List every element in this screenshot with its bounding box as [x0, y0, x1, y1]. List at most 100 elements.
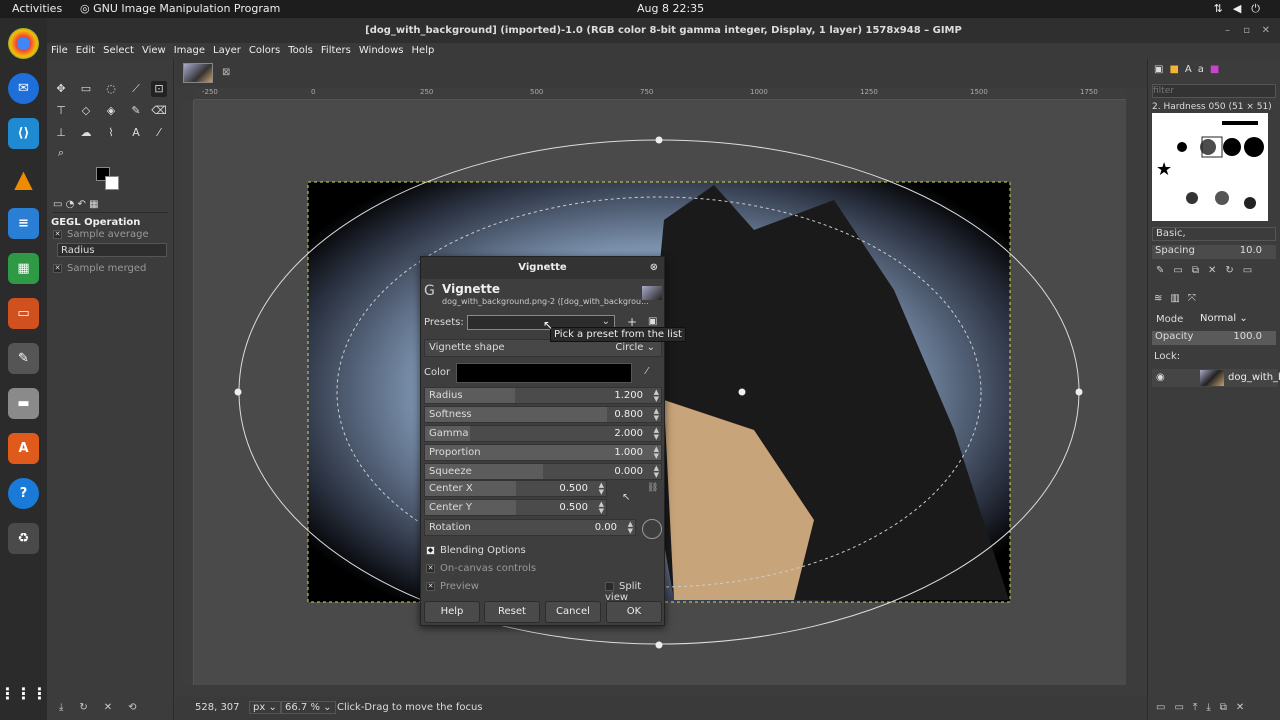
cancel-button[interactable]: Cancel: [545, 601, 601, 623]
center-x-spin[interactable]: ▲ ▼: [599, 482, 604, 496]
slider-spin[interactable]: ▲ ▼: [654, 446, 659, 460]
slider-spin[interactable]: ▲ ▼: [654, 465, 659, 479]
vignette-center-handle[interactable]: [738, 388, 746, 396]
fuzzy-select-icon[interactable]: ⟋: [128, 81, 144, 97]
menu-help[interactable]: Help: [408, 43, 439, 58]
menu-windows[interactable]: Windows: [355, 43, 408, 58]
help-icon[interactable]: ?: [8, 478, 39, 509]
thunderbird-icon[interactable]: ✉: [8, 73, 39, 104]
show-apps-icon[interactable]: ⋮⋮⋮: [0, 678, 48, 709]
background-color-swatch[interactable]: [105, 176, 119, 190]
opacity-slider[interactable]: Opacity 100.0: [1152, 331, 1276, 345]
crop-tool-icon[interactable]: ⊡: [151, 81, 167, 97]
system-tray[interactable]: ⇅◀⏻: [1214, 2, 1270, 16]
path-icon[interactable]: ⌇: [103, 125, 119, 141]
menu-filters[interactable]: Filters: [317, 43, 355, 58]
clock[interactable]: Aug 8 22:35: [637, 2, 704, 15]
vlc-icon[interactable]: ▲: [8, 163, 39, 194]
image-tab-close-icon[interactable]: ⊠: [222, 67, 230, 78]
center-y-spin[interactable]: ▲ ▼: [599, 501, 604, 515]
rotation-slider[interactable]: Rotation 0.00 ▲ ▼: [424, 519, 636, 536]
software-center-icon[interactable]: A: [8, 433, 39, 464]
minimize-icon[interactable]: –: [1225, 18, 1230, 43]
on-canvas-controls-checkbox[interactable]: ✕ On-canvas controls: [426, 563, 536, 574]
preset-menu-icon[interactable]: ▣: [648, 316, 657, 327]
vignette-handle-left[interactable]: [234, 388, 242, 396]
close-icon[interactable]: ✕: [1262, 18, 1270, 43]
vignette-handle-bottom[interactable]: [655, 641, 663, 649]
slider-spin[interactable]: ▲ ▼: [654, 427, 659, 441]
writer-icon[interactable]: ≡: [8, 208, 39, 239]
move-tool-icon[interactable]: ✥: [53, 81, 69, 97]
zoom-select[interactable]: 66.7 % ⌄: [281, 701, 336, 714]
image-tab-thumbnail[interactable]: [183, 63, 213, 83]
menu-image[interactable]: Image: [170, 43, 209, 58]
toolbox-tabs[interactable]: ▭ ◔ ↶ ▦: [53, 199, 168, 213]
transform-icon[interactable]: ⊤: [53, 103, 69, 119]
color-picker-icon[interactable]: ⁄: [151, 125, 167, 141]
app-menu[interactable]: ◎ GNU Image Manipulation Program: [80, 2, 280, 15]
split-view-checkbox[interactable]: Split view: [605, 581, 664, 603]
center-y-slider[interactable]: Center Y 0.500 ▲ ▼: [424, 499, 607, 516]
clone-icon[interactable]: ⊥: [53, 125, 69, 141]
sample-average-checkbox[interactable]: ✕ Sample average: [53, 229, 149, 240]
layer-actions[interactable]: ▭▭⤒⤓⧉✕: [1156, 702, 1253, 713]
gimp-icon[interactable]: ✎: [8, 343, 39, 374]
bucket-fill-icon[interactable]: ◈: [103, 103, 119, 119]
vignette-handle-top[interactable]: [655, 136, 663, 144]
rect-select-icon[interactable]: ▭: [78, 81, 94, 97]
radius-field[interactable]: Radius: [57, 243, 167, 257]
radius-slider[interactable]: Radius 1.200 ▲ ▼: [424, 387, 662, 404]
lasso-icon[interactable]: ◌: [103, 81, 119, 97]
slider-spin[interactable]: ▲ ▼: [654, 408, 659, 422]
visibility-eye-icon[interactable]: ◉: [1156, 372, 1165, 383]
blending-options-expander[interactable]: ◆ Blending Options: [426, 545, 526, 556]
slider-spin[interactable]: ▲ ▼: [654, 389, 659, 403]
spacing-slider[interactable]: Spacing 10.0: [1152, 245, 1276, 259]
maximize-icon[interactable]: ▫: [1243, 18, 1250, 43]
vignette-handle-right[interactable]: [1075, 388, 1083, 396]
brush-filter-input[interactable]: [1152, 84, 1276, 98]
zoom-icon[interactable]: ⌕: [53, 145, 69, 161]
menu-colors[interactable]: Colors: [245, 43, 284, 58]
sample-merged-checkbox[interactable]: ✕ Sample merged: [53, 263, 146, 274]
softness-slider[interactable]: Softness 0.800 ▲ ▼: [424, 406, 662, 423]
menu-select[interactable]: Select: [99, 43, 138, 58]
pick-center-icon[interactable]: ↖: [622, 492, 630, 503]
menu-edit[interactable]: Edit: [72, 43, 99, 58]
text-tool-icon[interactable]: A: [128, 125, 144, 141]
menu-layer[interactable]: Layer: [209, 43, 245, 58]
chrome-icon[interactable]: [8, 28, 39, 59]
vscode-icon[interactable]: ⟨⟩: [8, 118, 39, 149]
impress-icon[interactable]: ▭: [8, 298, 39, 329]
dialog-close-icon[interactable]: ⊗: [650, 257, 658, 279]
ok-button[interactable]: OK: [606, 601, 662, 623]
eraser-icon[interactable]: ⌫: [151, 103, 167, 119]
toolbox-bottom-buttons[interactable]: ⤓↻✕⟲: [59, 702, 169, 713]
color-picker-icon[interactable]: ⁄: [646, 366, 648, 377]
brush-actions[interactable]: ✎▭⧉✕↻▭: [1156, 265, 1261, 276]
proportion-slider[interactable]: Proportion 1.000 ▲ ▼: [424, 444, 662, 461]
brush-grid[interactable]: ★: [1152, 113, 1268, 221]
layers-panel-tabs[interactable]: ≋▥⤧: [1154, 293, 1204, 304]
unit-select[interactable]: px ⌄: [249, 701, 281, 714]
mode-select[interactable]: Normal ⌄: [1200, 313, 1248, 324]
help-button[interactable]: Help: [424, 601, 480, 623]
brush-tag-select[interactable]: Basic,: [1152, 227, 1276, 241]
center-x-slider[interactable]: Center X 0.500 ▲ ▼: [424, 480, 607, 497]
trash-icon[interactable]: ♻: [8, 523, 39, 554]
rotation-dial-icon[interactable]: [642, 519, 662, 539]
menu-view[interactable]: View: [138, 43, 170, 58]
rotation-spin[interactable]: ▲ ▼: [628, 521, 633, 535]
chain-link-icon[interactable]: ⛓: [647, 483, 658, 493]
smudge-icon[interactable]: ☁: [78, 125, 94, 141]
calc-icon[interactable]: ▦: [8, 253, 39, 284]
squeeze-slider[interactable]: Squeeze 0.000 ▲ ▼: [424, 463, 662, 480]
menu-tools[interactable]: Tools: [284, 43, 317, 58]
activities-button[interactable]: Activities: [12, 2, 62, 15]
reset-button[interactable]: Reset: [484, 601, 540, 623]
warp-icon[interactable]: ◇: [78, 103, 94, 119]
paintbrush-icon[interactable]: ✎: [128, 103, 144, 119]
preview-checkbox[interactable]: ✕ Preview: [426, 581, 479, 592]
vignette-color-button[interactable]: [456, 363, 632, 383]
